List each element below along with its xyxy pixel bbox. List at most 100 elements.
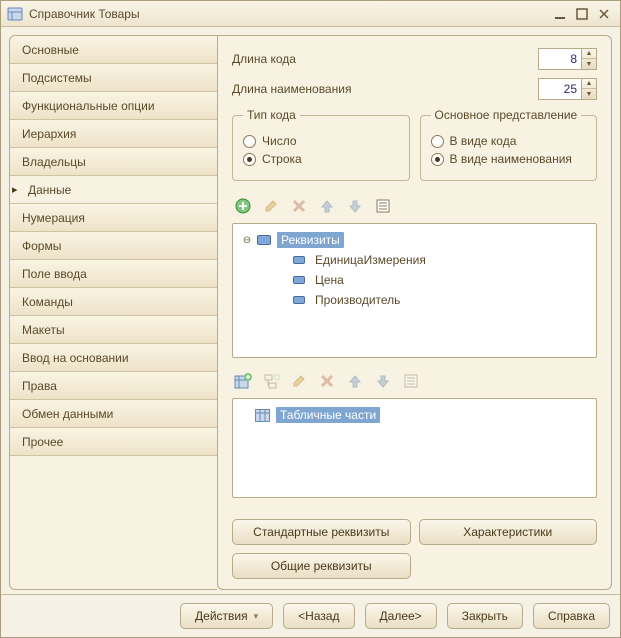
tabular-parts-tree[interactable]: Табличные части xyxy=(232,398,597,498)
add-table-icon[interactable] xyxy=(232,370,254,392)
tab-exchange[interactable]: Обмен данными xyxy=(10,400,217,428)
add-sub-icon[interactable] xyxy=(260,370,282,392)
tab-hierarchy[interactable]: Иерархия xyxy=(10,120,217,148)
window-title: Справочник Товары xyxy=(29,7,548,21)
node-icon xyxy=(257,235,271,245)
arrow-down-icon[interactable] xyxy=(344,195,366,217)
tab-label: Прочее xyxy=(22,435,63,449)
name-length-row: Длина наименования ▲ ▼ xyxy=(232,78,597,100)
radio-as-name[interactable]: В виде наименования xyxy=(431,152,587,166)
help-button[interactable]: Справка xyxy=(533,603,610,629)
radio-icon xyxy=(431,153,444,166)
close-button[interactable] xyxy=(594,5,614,23)
close-dialog-button[interactable]: Закрыть xyxy=(447,603,523,629)
node-icon xyxy=(293,296,305,304)
radio-string[interactable]: Строка xyxy=(243,152,399,166)
minimize-button[interactable] xyxy=(550,5,570,23)
tab-label: Команды xyxy=(22,295,73,309)
radio-label: Число xyxy=(262,134,297,148)
tab-numbering[interactable]: Нумерация xyxy=(10,204,217,232)
tab-commands[interactable]: Команды xyxy=(10,288,217,316)
tree-child[interactable]: Производитель xyxy=(237,290,592,310)
button-label: Справка xyxy=(548,609,595,623)
radio-label: Строка xyxy=(262,152,302,166)
name-length-input[interactable] xyxy=(538,78,582,100)
arrow-up-icon[interactable] xyxy=(344,370,366,392)
properties-icon[interactable] xyxy=(400,370,422,392)
actions-button[interactable]: Действия xyxy=(180,603,273,629)
name-length-spinner[interactable]: ▲ ▼ xyxy=(538,78,597,100)
tab-forms[interactable]: Формы xyxy=(10,232,217,260)
button-label: Закрыть xyxy=(462,609,508,623)
spinner-buttons: ▲ ▼ xyxy=(582,78,597,100)
standard-attributes-button[interactable]: Стандартные реквизиты xyxy=(232,519,411,545)
tab-rights[interactable]: Права xyxy=(10,372,217,400)
button-label: Стандартные реквизиты xyxy=(253,525,389,539)
node-icon xyxy=(293,276,305,284)
tab-subsystems[interactable]: Подсистемы xyxy=(10,64,217,92)
characteristics-button[interactable]: Характеристики xyxy=(419,519,598,545)
delete-icon[interactable] xyxy=(288,195,310,217)
next-button[interactable]: Далее> xyxy=(365,603,437,629)
common-attributes-button[interactable]: Общие реквизиты xyxy=(232,553,411,579)
spin-up-icon[interactable]: ▲ xyxy=(582,79,596,89)
tab-other[interactable]: Прочее xyxy=(10,428,217,456)
tab-label: Нумерация xyxy=(22,211,85,225)
spin-up-icon[interactable]: ▲ xyxy=(582,49,596,59)
radio-number[interactable]: Число xyxy=(243,134,399,148)
code-length-input[interactable] xyxy=(538,48,582,70)
tab-templates[interactable]: Макеты xyxy=(10,316,217,344)
tree-root-label: Реквизиты xyxy=(277,232,344,248)
tab-functional-options[interactable]: Функциональные опции xyxy=(10,92,217,120)
tabs-column: Основные Подсистемы Функциональные опции… xyxy=(9,35,217,590)
tab-label: Владельцы xyxy=(22,155,86,169)
tree-child-label: Цена xyxy=(311,272,348,288)
tab-owners[interactable]: Владельцы xyxy=(10,148,217,176)
edit-icon[interactable] xyxy=(260,195,282,217)
spin-down-icon[interactable]: ▼ xyxy=(582,59,596,69)
tab-label: Макеты xyxy=(22,323,65,337)
add-icon[interactable] xyxy=(232,195,254,217)
tab-data[interactable]: Данные xyxy=(10,176,217,204)
tree-child[interactable]: ЕдиницаИзмерения xyxy=(237,250,592,270)
content-buttons-row-2: Общие реквизиты xyxy=(232,553,597,579)
button-label: Далее> xyxy=(380,609,422,623)
radio-as-code[interactable]: В виде кода xyxy=(431,134,587,148)
tab-label: Данные xyxy=(28,183,71,197)
content-buttons-row: Стандартные реквизиты Характеристики xyxy=(232,519,597,545)
main-view-group: Основное представление В виде кода В вид… xyxy=(420,108,598,181)
maximize-button[interactable] xyxy=(572,5,592,23)
arrow-down-icon[interactable] xyxy=(372,370,394,392)
edit-icon[interactable] xyxy=(288,370,310,392)
body-area: Основные Подсистемы Функциональные опции… xyxy=(1,27,620,594)
delete-icon[interactable] xyxy=(316,370,338,392)
name-length-label: Длина наименования xyxy=(232,82,538,96)
tab-label: Основные xyxy=(22,43,79,57)
spin-down-icon[interactable]: ▼ xyxy=(582,89,596,99)
collapse-icon[interactable]: ⊖ xyxy=(241,234,253,246)
button-label: Действия xyxy=(195,609,248,623)
footer: Действия <Назад Далее> Закрыть Справка xyxy=(1,594,620,637)
tree-child-label: ЕдиницаИзмерения xyxy=(311,252,430,268)
code-length-row: Длина кода ▲ ▼ xyxy=(232,48,597,70)
tree-root-line[interactable]: ⊖ Реквизиты xyxy=(237,230,592,250)
code-length-spinner[interactable]: ▲ ▼ xyxy=(538,48,597,70)
tree-child[interactable]: Цена xyxy=(237,270,592,290)
spinner-buttons: ▲ ▼ xyxy=(582,48,597,70)
button-label: Характеристики xyxy=(463,525,552,539)
tab-input-field[interactable]: Поле ввода xyxy=(10,260,217,288)
main-view-legend: Основное представление xyxy=(431,108,582,122)
tab-label: Функциональные опции xyxy=(22,99,155,113)
attributes-tree[interactable]: ⊖ Реквизиты ЕдиницаИзмерения Цена Произв… xyxy=(232,223,597,358)
node-icon xyxy=(293,256,305,264)
tab-basic[interactable]: Основные xyxy=(10,36,217,64)
content-panel: Длина кода ▲ ▼ Длина наименования ▲ ▼ xyxy=(217,35,612,590)
tab-input-based[interactable]: Ввод на основании xyxy=(10,344,217,372)
tab-label: Обмен данными xyxy=(22,407,113,421)
tree-root-line[interactable]: Табличные части xyxy=(237,405,592,425)
tab-label: Формы xyxy=(22,239,61,253)
tab-filler xyxy=(10,456,217,589)
properties-icon[interactable] xyxy=(372,195,394,217)
back-button[interactable]: <Назад xyxy=(283,603,354,629)
arrow-up-icon[interactable] xyxy=(316,195,338,217)
